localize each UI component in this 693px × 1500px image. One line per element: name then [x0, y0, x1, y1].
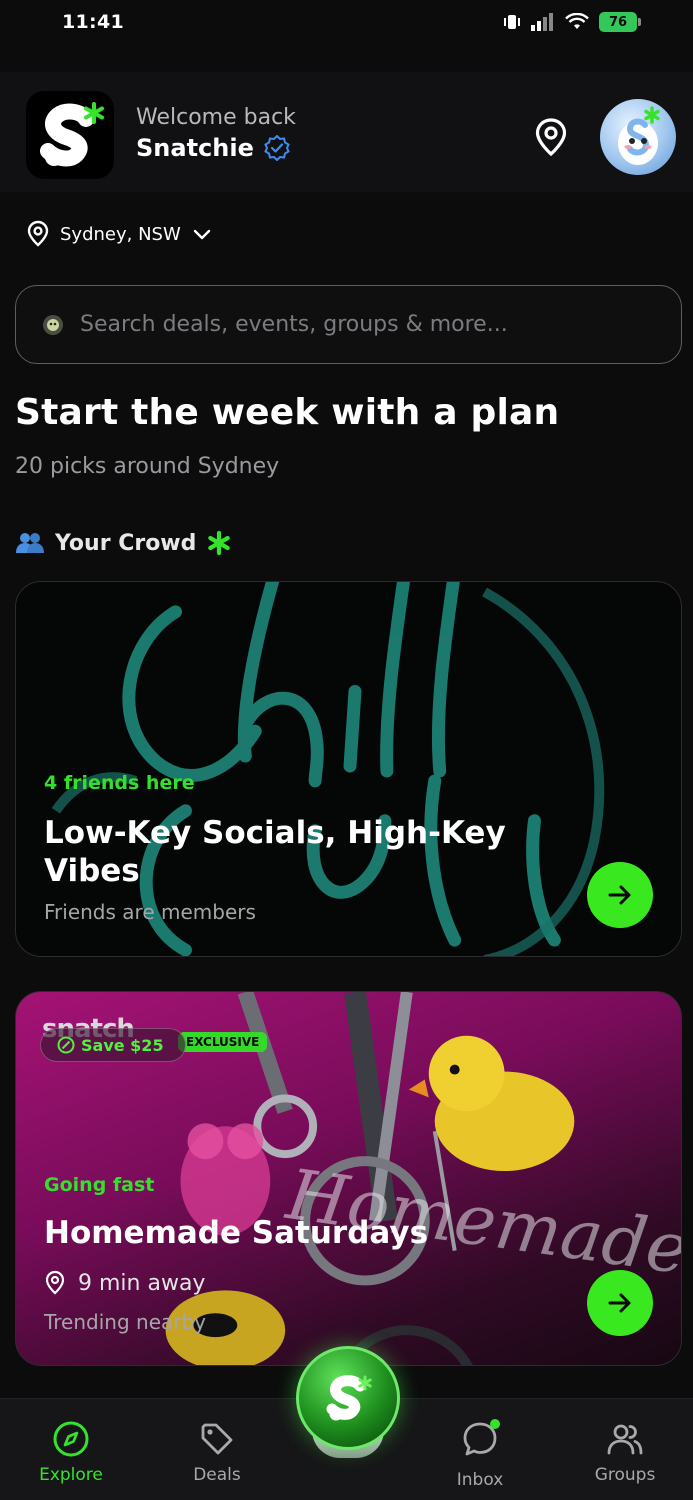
- search-bar[interactable]: [15, 285, 682, 364]
- crowd-label: Your Crowd: [55, 530, 197, 556]
- status-time: 11:41: [62, 11, 124, 33]
- map-pin-icon: [27, 220, 49, 247]
- snatch-logo[interactable]: [26, 91, 114, 179]
- welcome-text: Welcome back: [136, 105, 296, 130]
- open-card-button[interactable]: [587, 862, 653, 928]
- status-bar: 11:41 76: [0, 0, 693, 50]
- card-title: Low-Key Socials, High-Key Vibes: [44, 815, 506, 889]
- open-card-button[interactable]: [587, 1270, 653, 1336]
- snatch-center-button[interactable]: [296, 1346, 400, 1450]
- location-button[interactable]: [530, 116, 572, 158]
- card-subtitle: Trending nearby: [44, 1310, 207, 1334]
- mascot-search-icon: [43, 314, 63, 335]
- city-selector[interactable]: Sydney, NSW: [26, 220, 213, 248]
- avatar[interactable]: [600, 99, 676, 175]
- exclusive-badge: EXCLUSIVE: [178, 1032, 268, 1052]
- vibrate-icon: [504, 15, 520, 29]
- save-badge: Save $25: [40, 1028, 186, 1062]
- tab-inbox[interactable]: Inbox: [425, 1419, 535, 1490]
- event-card-homemade[interactable]: Homemade snatch EXCLUSIVE Save $25 Going…: [15, 991, 682, 1366]
- urgency-tag: Going fast: [44, 1174, 155, 1196]
- friends-tag: 4 friends here: [44, 772, 195, 794]
- tab-label: Groups: [594, 1465, 656, 1485]
- tab-label: Deals: [193, 1465, 241, 1485]
- section-title: Start the week with a plan: [15, 392, 560, 433]
- card-subtitle: Friends are members: [44, 900, 256, 924]
- signal-icon: [531, 13, 553, 31]
- discount-icon: [57, 1036, 75, 1054]
- status-icons: 76: [503, 12, 641, 32]
- tab-groups[interactable]: Groups: [570, 1419, 680, 1485]
- username: Snatchie: [136, 134, 254, 162]
- tab-deals[interactable]: Deals: [162, 1419, 272, 1485]
- city-label: Sydney, NSW: [60, 223, 181, 245]
- arrow-right-icon: [608, 1293, 631, 1313]
- app-header: Welcome back Snatchie: [0, 72, 693, 192]
- asterisk-icon: [208, 530, 231, 556]
- group-card-lowkey[interactable]: 4 friends here Low-Key Socials, High-Key…: [15, 581, 682, 957]
- people-icon: [607, 1424, 643, 1455]
- section-subtitle: 20 picks around Sydney: [15, 454, 280, 479]
- username-row: Snatchie: [136, 134, 290, 162]
- arrow-right-icon: [608, 885, 631, 905]
- tab-explore[interactable]: Explore: [16, 1419, 126, 1485]
- distance-label: 9 min away: [78, 1270, 206, 1296]
- your-crowd-heading: Your Crowd: [15, 530, 232, 556]
- compass-icon: [53, 1421, 89, 1457]
- inbox-icon-wrap: [460, 1419, 500, 1464]
- battery-indicator: 76: [599, 12, 641, 32]
- map-pin-icon: [45, 1270, 65, 1295]
- tab-label: Explore: [39, 1465, 103, 1485]
- tab-label: Inbox: [456, 1470, 504, 1490]
- snatch-logo-icon: [326, 1375, 372, 1421]
- distance-row: 9 min away: [44, 1270, 205, 1296]
- tag-icon: [201, 1423, 233, 1455]
- chevron-down-icon: [193, 229, 210, 240]
- wifi-icon: [565, 13, 589, 29]
- people-emoji-icon: [16, 533, 44, 553]
- card-title: Homemade Saturdays: [44, 1215, 429, 1251]
- save-label: Save $25: [81, 1035, 164, 1055]
- unread-dot: [490, 1419, 500, 1429]
- verified-badge-icon: [264, 135, 290, 161]
- search-input[interactable]: [80, 312, 640, 337]
- map-pin-icon: [535, 118, 567, 157]
